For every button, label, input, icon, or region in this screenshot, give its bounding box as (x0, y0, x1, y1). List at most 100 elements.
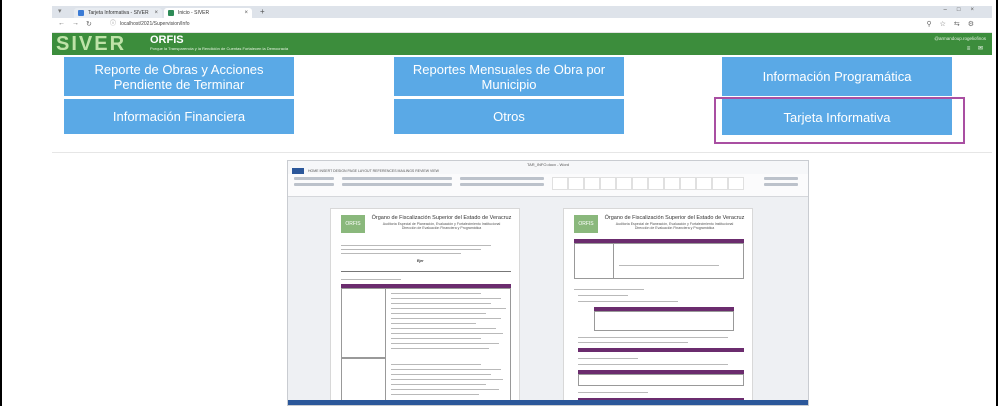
menu-tile-label: Tarjeta Informativa (783, 109, 891, 125)
doc-header: Órgano de Fiscalización Superior del Est… (369, 215, 514, 231)
menu-tile-otros[interactable]: Otros (394, 99, 624, 134)
doc-table-header (578, 348, 744, 352)
doc-section-heading (341, 279, 401, 280)
ribbon-clipboard (294, 177, 334, 180)
menu-tile-informacion-programatica[interactable]: Información Programática (722, 57, 952, 96)
menu-tile-informacion-financiera[interactable]: Información Financiera (64, 99, 294, 134)
menu-tile-label: Información Programática (762, 69, 912, 84)
doc-table-line (391, 394, 479, 395)
browser-tabstrip: ▾ Tarjeta Informativa - SIVER × Inicio -… (52, 6, 992, 18)
doc-table-line (391, 333, 503, 334)
doc-table-line (391, 369, 501, 370)
window-controls[interactable]: –□× (944, 7, 984, 13)
menu-tile-label: Reportes Mensuales de Obra por Municipio (412, 61, 606, 92)
doc-table-line (391, 308, 506, 309)
ribbon-style (616, 177, 632, 190)
document-page: ORFIS Órgano de Fiscalización Superior d… (563, 208, 753, 405)
ribbon-style (664, 177, 680, 190)
doc-table-line (391, 323, 476, 324)
ribbon-editing (764, 183, 798, 186)
doc-org-sub2: Dirección de Evaluación Financiera y Pro… (634, 226, 715, 230)
header-menu-icon[interactable]: ≡ ✉ (967, 45, 986, 52)
doc-table-cell (574, 243, 614, 279)
close-tab-icon[interactable]: × (154, 8, 158, 18)
doc-table-line (391, 338, 481, 339)
browser-tab-inicio[interactable]: Inicio - SIVER × (164, 8, 252, 18)
doc-rule (341, 271, 511, 272)
reload-icon[interactable]: ↻ (86, 20, 92, 28)
doc-table-line (391, 293, 481, 294)
site-info-icon[interactable]: ⓘ (110, 20, 116, 29)
ribbon-font (342, 183, 452, 186)
doc-org-title: Órgano de Fiscalización Superior del Est… (604, 215, 745, 221)
ribbon-style (680, 177, 696, 190)
menu-tile-label: Otros (493, 109, 525, 124)
doc-text-line (578, 337, 728, 338)
doc-text-line (578, 295, 628, 296)
menu-tile-obras-pendientes[interactable]: Reporte de Obras y Acciones Pendiente de… (64, 57, 294, 96)
ribbon-style (552, 177, 568, 190)
ribbon-paragraph (460, 183, 544, 186)
doc-text-line (341, 253, 461, 254)
doc-text-line (578, 364, 728, 365)
word-ribbon (288, 174, 808, 197)
ribbon-style (648, 177, 664, 190)
siver-logo[interactable]: SIVER (56, 34, 126, 54)
orfis-logo: ORFIS (150, 34, 184, 46)
address-bar-row: ← → ↻ ⓘ localhost/2021/Supervision/Info … (52, 18, 992, 33)
word-status-bar (288, 400, 808, 405)
ribbon-style (728, 177, 744, 190)
doc-table-line (391, 384, 486, 385)
doc-org-sub2: Dirección de Evaluación Financiera y Pro… (401, 226, 482, 230)
site-header: SIVER ORFIS Porque la Transparencia y la… (52, 33, 992, 55)
browser-tab-label: Inicio - SIVER (178, 10, 210, 16)
tab-favicon-icon (168, 10, 174, 16)
doc-table (578, 374, 744, 386)
doc-table-line (391, 328, 496, 329)
browser-tab-label: Tarjeta Informativa - SIVER (88, 10, 149, 16)
user-name[interactable]: @armandoup.rogeliofinos (934, 36, 986, 41)
doc-table-line (391, 348, 489, 349)
orfis-doc-logo: ORFIS (574, 215, 598, 233)
doc-text-line (578, 342, 688, 343)
back-icon[interactable]: ← (58, 20, 65, 27)
doc-table-line (391, 303, 491, 304)
ribbon-style (632, 177, 648, 190)
browser-toolbar-icons[interactable]: ⚲☆⇆⚙ (926, 20, 982, 28)
doc-section-heading (574, 289, 644, 290)
ribbon-editing (764, 177, 798, 180)
ribbon-style (584, 177, 600, 190)
doc-table-cell (341, 358, 386, 405)
tab-search-icon[interactable]: ▾ (58, 7, 62, 15)
doc-letter: Ejer (417, 259, 424, 263)
url-field[interactable]: ⓘ localhost/2021/Supervision/Info (108, 20, 940, 29)
ribbon-clipboard (294, 183, 334, 186)
divider (52, 152, 992, 153)
doc-table-line (391, 298, 501, 299)
close-tab-icon[interactable]: × (244, 8, 248, 18)
orfis-doc-logo: ORFIS (341, 215, 365, 233)
ribbon-style (568, 177, 584, 190)
url-text: localhost/2021/Supervision/Info (120, 21, 190, 27)
doc-org-title: Órgano de Fiscalización Superior del Est… (371, 215, 512, 221)
new-tab-button[interactable]: + (260, 7, 265, 16)
doc-table-cell (341, 288, 386, 358)
doc-text-line (341, 249, 481, 250)
doc-table-line (391, 374, 491, 375)
ribbon-paragraph (460, 177, 544, 180)
doc-table-line (391, 389, 499, 390)
doc-text-line (578, 301, 678, 302)
browser-tab-tarjeta[interactable]: Tarjeta Informativa - SIVER × (74, 8, 162, 18)
forward-icon[interactable]: → (72, 20, 79, 27)
doc-table-line (391, 364, 481, 365)
menu-tile-label: Información Financiera (112, 109, 246, 124)
doc-table-line (391, 379, 503, 380)
header-subtitle: Porque la Transparencia y la Rendición d… (150, 46, 289, 51)
doc-header: Órgano de Fiscalización Superior del Est… (602, 215, 747, 231)
ribbon-style (712, 177, 728, 190)
doc-table-line (391, 343, 499, 344)
word-window-title: TAR_INFO.docx - Word (288, 161, 808, 168)
menu-tile-tarjeta-informativa[interactable]: Tarjeta Informativa (722, 99, 952, 135)
menu-tile-reportes-mensuales[interactable]: Reportes Mensuales de Obra por Municipio (394, 57, 624, 96)
document-page: ORFIS Órgano de Fiscalización Superior d… (330, 208, 520, 405)
